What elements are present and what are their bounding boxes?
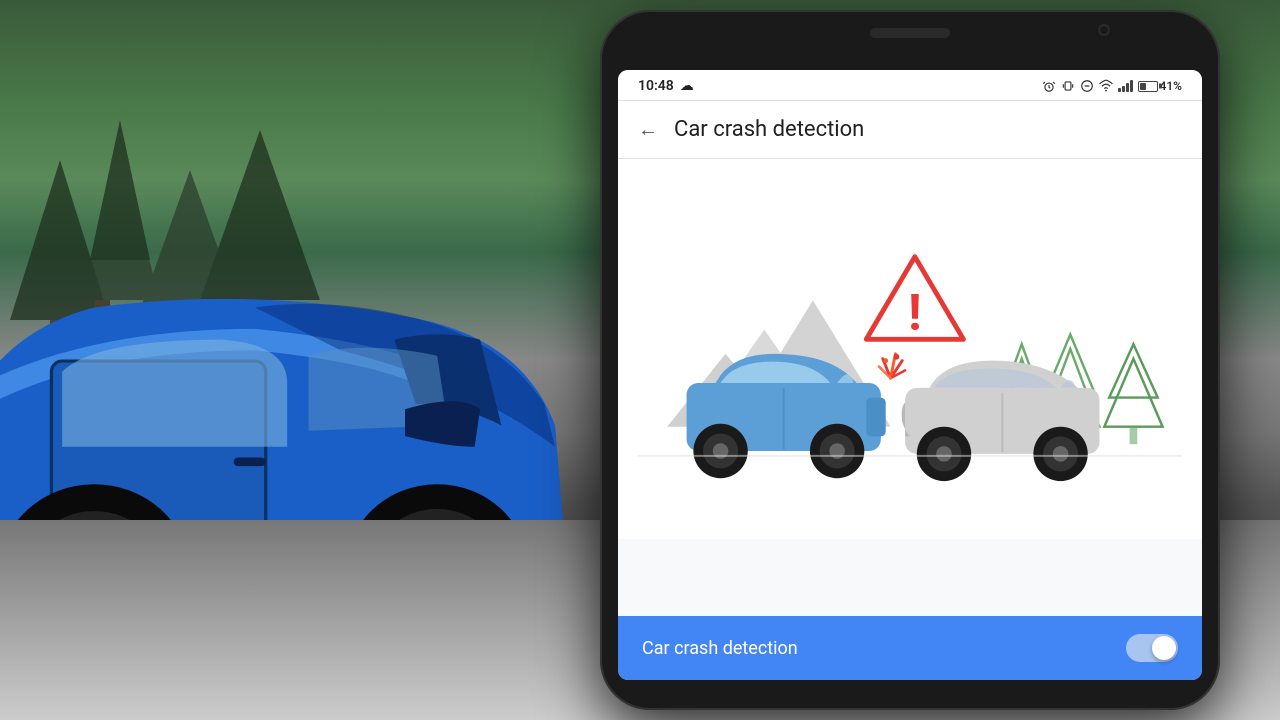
signal-icon [1118,80,1133,92]
phone-speaker [870,28,950,38]
battery-indicator: 41% [1138,79,1182,93]
phone-device: 10:48 ☁ [600,10,1220,710]
alarm-icon [1042,79,1056,93]
illustration-area: ! [618,159,1202,539]
battery-percent: 41% [1160,79,1182,93]
weather-icon: ☁ [680,78,694,94]
gray-car [902,361,1100,481]
crash-illustration-svg: ! [638,179,1182,519]
minus-circle-icon [1080,79,1094,93]
crash-detection-toggle[interactable] [1126,634,1178,662]
phone-screen: 10:48 ☁ [618,70,1202,680]
status-bar-left: 10:48 ☁ [638,78,694,94]
phone-frame: 10:48 ☁ [600,10,1220,710]
warning-triangle: ! [866,257,963,343]
status-bar-right: 41% [1042,79,1182,93]
back-button[interactable]: ← [638,117,658,142]
wifi-icon [1099,79,1113,93]
vibrate-icon [1061,79,1075,93]
status-time: 10:48 [638,78,674,94]
toggle-label: Car crash detection [642,638,798,659]
crash-impact [879,354,905,378]
page-title: Car crash detection [674,117,864,142]
phone-camera-dot [1098,24,1110,36]
nav-bar: ← Car crash detection [618,101,1202,158]
status-bar: 10:48 ☁ [618,70,1202,100]
bottom-toggle-section: Car crash detection [618,616,1202,680]
battery-icon [1138,81,1158,92]
svg-text:!: ! [908,284,922,343]
